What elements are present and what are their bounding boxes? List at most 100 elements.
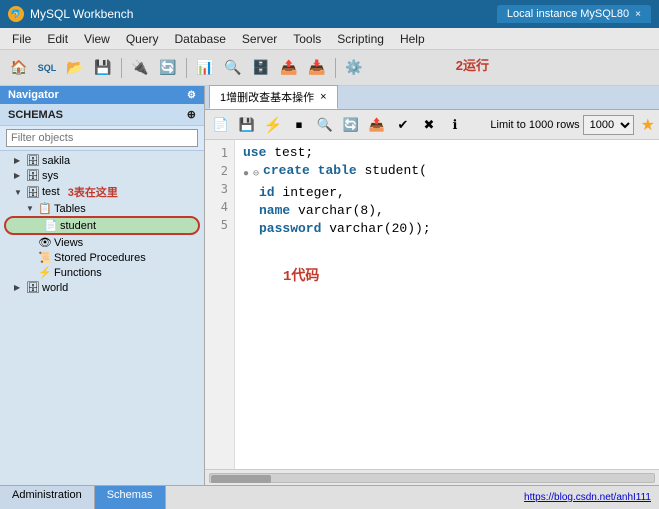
expand-icon: ▶: [14, 156, 24, 165]
procedures-label: Stored Procedures: [54, 252, 146, 264]
toolbar-connect[interactable]: 🔌: [127, 55, 153, 81]
views-icon: 👁: [38, 236, 52, 249]
code-text-2: create table student(: [263, 162, 427, 180]
main-area: Navigator ⚙ SCHEMAS ⊕ ▶ 🗄 sakila ▶ 🗄 sys: [0, 86, 659, 485]
toolbar-import[interactable]: 📥: [304, 55, 330, 81]
ed-check-btn[interactable]: ✔: [391, 113, 415, 137]
toolbar-settings[interactable]: ⚙️: [341, 55, 367, 81]
schemas-label: SCHEMAS: [8, 109, 63, 121]
filter-input[interactable]: [6, 129, 198, 147]
toolbar-home[interactable]: 🏠: [6, 55, 32, 81]
editor-toolbar: 📄 💾 ⚡ ⏹ 🔍 🔄 📤 ✔ ✖ ℹ Limit to 1000 rows 1…: [205, 110, 659, 140]
ed-refresh-btn[interactable]: 🔄: [339, 113, 363, 137]
functions-label: Functions: [54, 267, 102, 279]
functions-icon: ⚡: [38, 266, 52, 279]
schemas-tab[interactable]: Schemas: [95, 486, 166, 509]
views-item[interactable]: 👁 Views: [0, 235, 204, 250]
toolbar-schema[interactable]: 🗄️: [248, 55, 274, 81]
menu-view[interactable]: View: [76, 30, 118, 48]
titlebar: 🐬 MySQL Workbench Local instance MySQL80…: [0, 0, 659, 28]
ed-run-btn[interactable]: ⚡: [261, 113, 285, 137]
table-icon: 📄: [44, 219, 58, 232]
tables-icon: 📋: [38, 202, 52, 215]
menu-edit[interactable]: Edit: [39, 30, 76, 48]
expand-icon: ▶: [14, 283, 24, 292]
schema-item-sys[interactable]: ▶ 🗄 sys: [0, 168, 204, 183]
ed-cancel-btn[interactable]: ✖: [417, 113, 441, 137]
limit-select[interactable]: 1000 500 200: [583, 115, 634, 135]
instance-tab-label: Local instance MySQL80: [507, 8, 629, 20]
line-numbers: 1 2 3 4 5: [205, 140, 235, 469]
ed-search-btn[interactable]: 🔍: [313, 113, 337, 137]
editor-tab-main[interactable]: 1增删改查基本操作 ×: [209, 85, 338, 109]
expand-icon: ▼: [14, 188, 24, 197]
menu-tools[interactable]: Tools: [285, 30, 329, 48]
instance-tab[interactable]: Local instance MySQL80 ×: [497, 5, 651, 23]
toolbar-table[interactable]: 📊: [192, 55, 218, 81]
status-right: https://blog.csdn.net/anhI111: [166, 486, 659, 509]
toolbar-sep1: [121, 58, 122, 78]
code-content[interactable]: use test; ● ⊖ create table student( id i…: [235, 140, 659, 469]
schema-item-world[interactable]: ▶ 🗄 world: [0, 280, 204, 295]
schema-label: test: [42, 186, 60, 198]
run-annotation: 2运行: [456, 55, 489, 74]
procedures-item[interactable]: 📜 Stored Procedures: [0, 250, 204, 265]
ed-new-btn[interactable]: 📄: [209, 113, 233, 137]
test-annotation: 3表在这里: [68, 184, 118, 200]
procedures-icon: 📜: [38, 251, 52, 264]
schema-item-sakila[interactable]: ▶ 🗄 sakila: [0, 153, 204, 168]
status-url: https://blog.csdn.net/anhI111: [524, 492, 651, 503]
ed-stop-btn[interactable]: ⏹: [287, 113, 311, 137]
code-text-3: id integer,: [259, 184, 345, 202]
menu-query[interactable]: Query: [118, 30, 167, 48]
editor-area: 1增删改查基本操作 × 📄 💾 ⚡ ⏹ 🔍 🔄 📤 ✔ ✖ ℹ Limit to…: [205, 86, 659, 485]
toolbar-open[interactable]: 📂: [62, 55, 88, 81]
editor-scrollbar[interactable]: [205, 469, 659, 485]
ed-info-btn[interactable]: ℹ: [443, 113, 467, 137]
favorite-icon[interactable]: ★: [641, 115, 655, 135]
line-num-4: 4: [205, 198, 234, 216]
app-title: MySQL Workbench: [30, 7, 497, 21]
menu-file[interactable]: File: [4, 30, 39, 48]
expand-icon: ▶: [14, 171, 24, 180]
instance-tab-close[interactable]: ×: [635, 9, 641, 20]
code-text-5: password varchar(20));: [259, 220, 431, 238]
menu-help[interactable]: Help: [392, 30, 433, 48]
functions-item[interactable]: ⚡ Functions: [0, 265, 204, 280]
line-bullet-2: ●: [243, 166, 249, 184]
toolbar-sql[interactable]: SQL: [34, 55, 60, 81]
toolbar-export[interactable]: 📤: [276, 55, 302, 81]
scroll-thumb[interactable]: [211, 475, 271, 483]
editor-tab-close[interactable]: ×: [320, 91, 326, 103]
nav-header-label: Navigator: [8, 89, 59, 101]
toolbar-query[interactable]: 🔍: [220, 55, 246, 81]
toolbar-sep3: [335, 58, 336, 78]
line-num-5: 5: [205, 216, 234, 234]
menu-server[interactable]: Server: [234, 30, 285, 48]
limit-label: Limit to 1000 rows: [490, 119, 579, 131]
schemas-add-icon[interactable]: ⊕: [187, 108, 196, 121]
editor-tabs: 1增删改查基本操作 ×: [205, 86, 659, 110]
line-num-2: 2: [205, 162, 234, 180]
code-line-5: password varchar(20));: [243, 220, 651, 238]
schema-label: sakila: [42, 155, 70, 167]
table-item-student[interactable]: 📄 student: [4, 216, 200, 235]
toolbar-save[interactable]: 💾: [90, 55, 116, 81]
ed-export-btn[interactable]: 📤: [365, 113, 389, 137]
nav-refresh-icon[interactable]: ⚙: [187, 90, 196, 101]
admin-tab[interactable]: Administration: [0, 486, 95, 509]
toolbar-sep2: [186, 58, 187, 78]
menu-database[interactable]: Database: [167, 30, 234, 48]
menu-scripting[interactable]: Scripting: [329, 30, 392, 48]
tables-item[interactable]: ▼ 📋 Tables: [0, 201, 204, 216]
menubar: File Edit View Query Database Server Too…: [0, 28, 659, 50]
toolbar-refresh[interactable]: 🔄: [155, 55, 181, 81]
status-left: Administration Schemas: [0, 486, 166, 509]
line-num-3: 3: [205, 180, 234, 198]
ed-save-btn[interactable]: 💾: [235, 113, 259, 137]
schema-item-test[interactable]: ▼ 🗄 test 3表在这里: [0, 183, 204, 201]
code-editor: 1 2 3 4 5 use test; ● ⊖ create table stu…: [205, 140, 659, 469]
scroll-track[interactable]: [209, 473, 655, 483]
expand-icon: ▼: [26, 204, 36, 213]
line-num-1: 1: [205, 144, 234, 162]
